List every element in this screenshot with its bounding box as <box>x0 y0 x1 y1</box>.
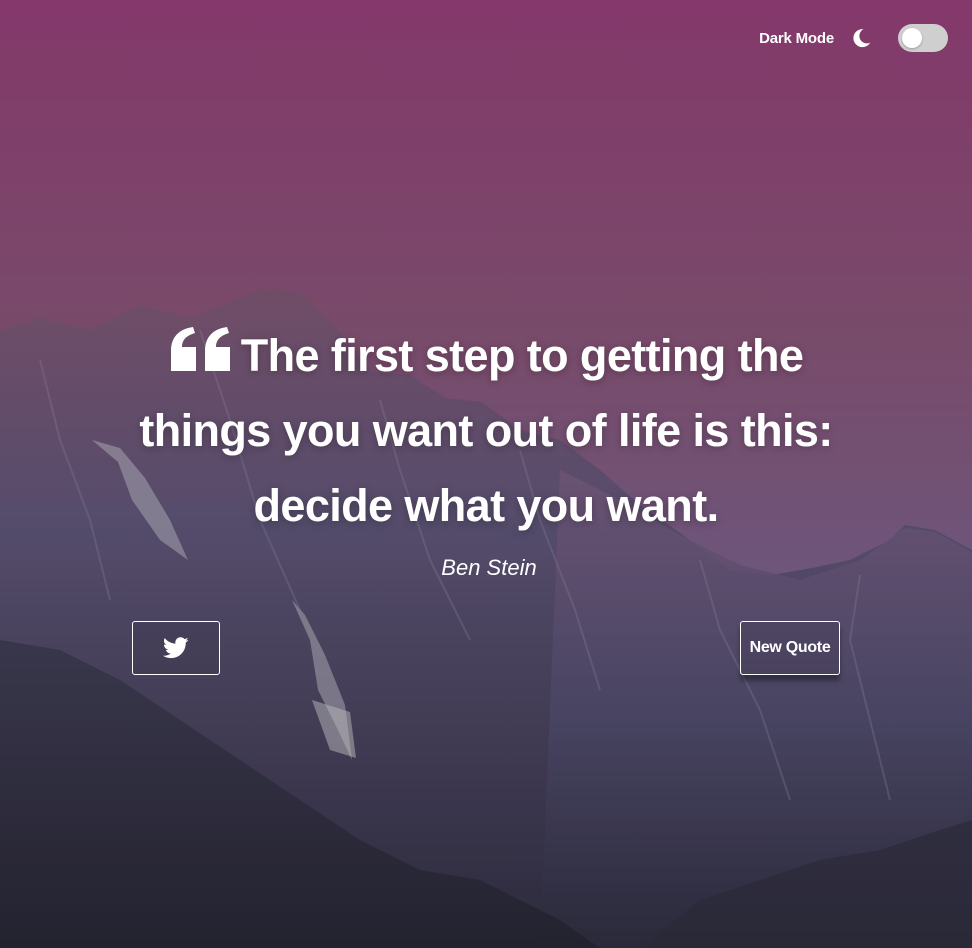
quote-author: Ben Stein <box>441 555 537 580</box>
twitter-icon <box>163 637 189 659</box>
twitter-button[interactable] <box>132 621 220 675</box>
quote-text: The first step to getting the things you… <box>139 330 833 531</box>
toggle-knob <box>902 28 922 48</box>
button-row: New Quote <box>132 621 840 681</box>
quote-container: The first step to getting the things you… <box>132 318 840 681</box>
quote-left-icon <box>169 320 233 371</box>
dark-mode-label: Dark Mode <box>759 29 834 47</box>
new-quote-button[interactable]: New Quote <box>740 621 840 675</box>
dark-mode-toggle[interactable] <box>898 24 948 52</box>
theme-switch-wrapper: Dark Mode <box>759 24 948 52</box>
quote-block: The first step to getting the things you… <box>132 318 840 543</box>
moon-icon <box>850 27 872 49</box>
